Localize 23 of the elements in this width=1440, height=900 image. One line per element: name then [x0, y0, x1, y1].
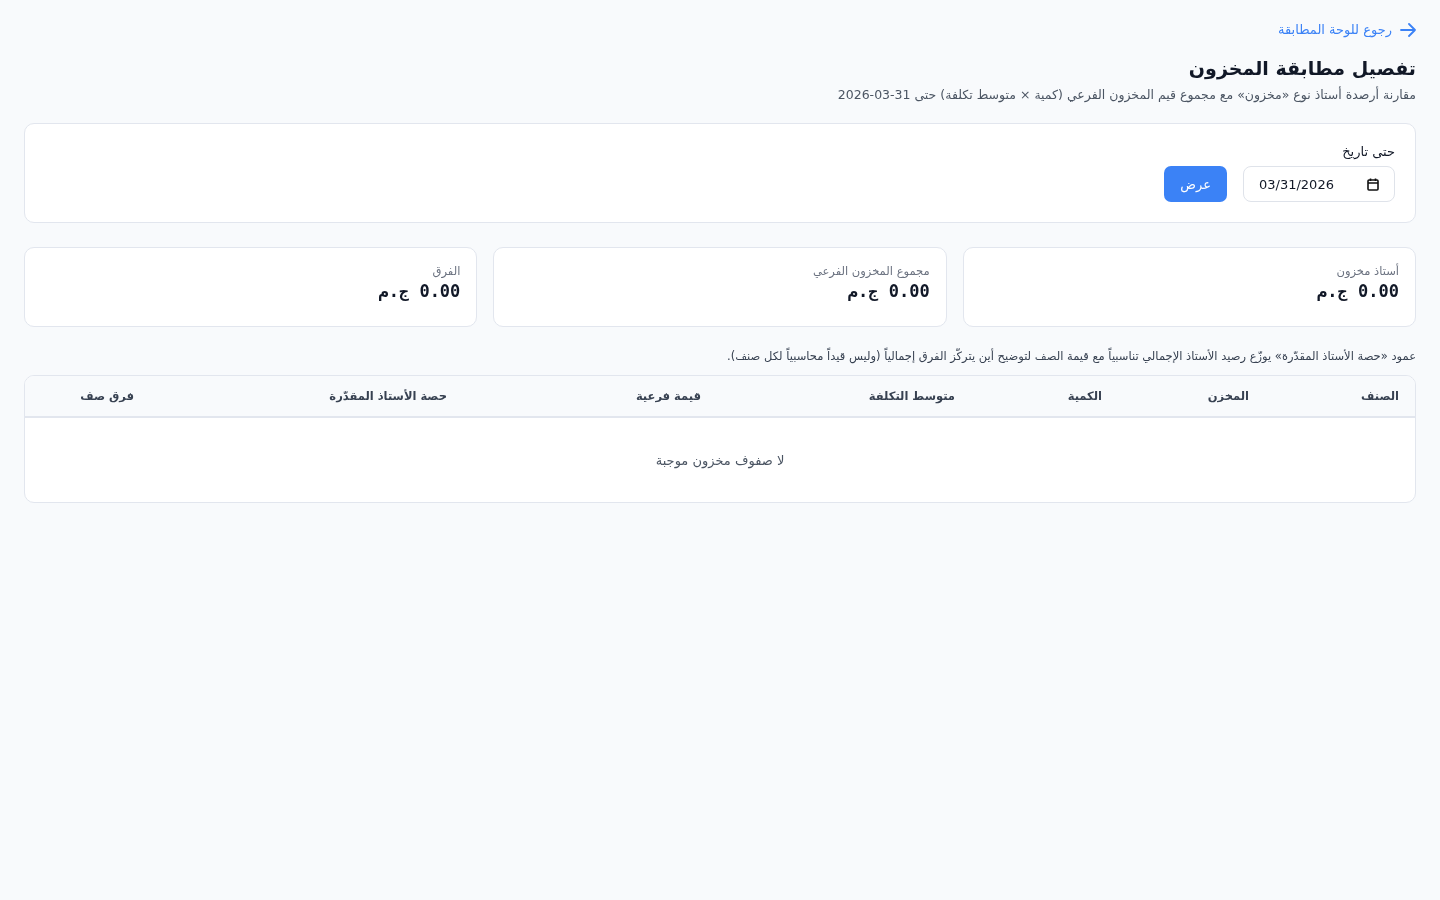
summary-value: 0.00 ج.م — [1316, 281, 1399, 301]
back-link[interactable]: رجوع للوحة المطابقة — [1278, 22, 1416, 37]
column-header: الكمية — [1067, 389, 1102, 403]
column-header: الصنف — [1361, 389, 1399, 403]
page-subtitle: مقارنة أرصدة أستاذ نوع «مخزون» مع مجموع قيم المخزون الفرعي (كمية × متوسط تكلفة) حتى 31-03-2026 — [836, 87, 1416, 102]
summary-label: أستاذ مخزون — [1335, 264, 1399, 278]
summary-value: 0.00 ج.م — [377, 281, 461, 301]
note-text: عمود «حصة الأستاذ المقدّرة» يوزّع رصيد الأستاذ الإجمالي تناسبياً مع قيمة الصف لتوضيح أين يتركّز الفرق إجمالياً (وليس قيداً محاسبياً لكل صنف). — [726, 349, 1416, 363]
show-button[interactable]: عرض — [1164, 166, 1227, 202]
column-header: متوسط التكلفة — [868, 389, 955, 403]
arrow-right-icon — [1400, 22, 1416, 37]
date-field[interactable]: 03/31/2026 — [1243, 166, 1395, 202]
summary-value: 0.00 ج.م — [846, 281, 930, 301]
empty-message: لا صفوف مخزون موجبة — [655, 452, 785, 468]
column-header: حصة الأستاذ المقدّرة — [329, 389, 447, 403]
page-title: تفصيل مطابقة المخزون — [1187, 57, 1416, 79]
column-header: قيمة فرعية — [635, 389, 701, 403]
column-header: فرق صف — [80, 389, 134, 403]
column-header: المخزن — [1207, 389, 1249, 403]
summary-label: مجموع المخزون الفرعي — [811, 264, 930, 278]
calendar-icon — [1367, 177, 1379, 191]
summary-label: الفرق — [431, 264, 461, 278]
date-label: حتى تاريخ — [1341, 144, 1395, 159]
